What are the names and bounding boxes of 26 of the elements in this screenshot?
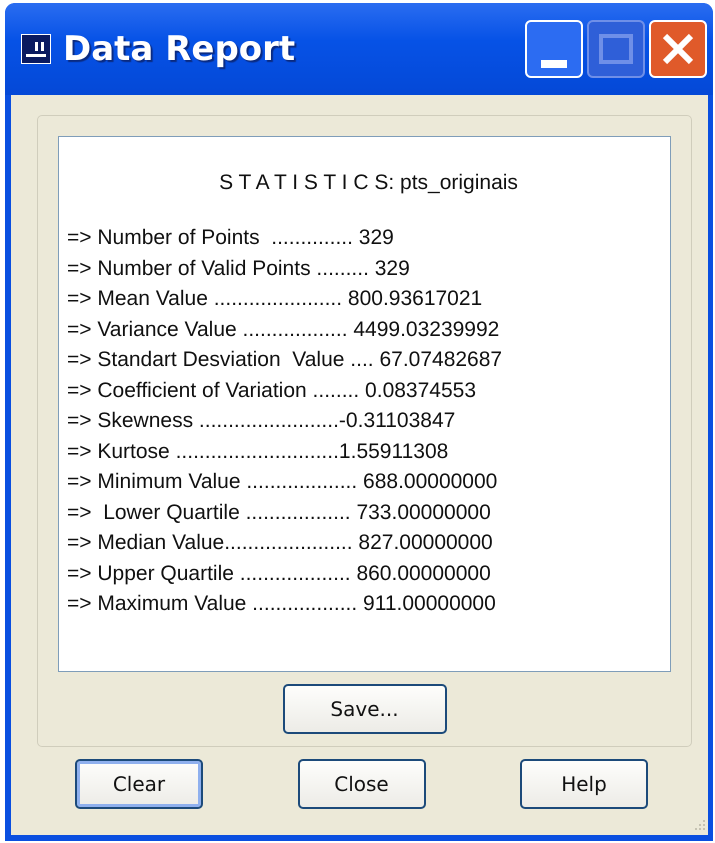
save-button[interactable]: Save... bbox=[282, 684, 446, 734]
close-icon bbox=[661, 32, 695, 66]
statistic-line: => Minimum Value ................... 688.00000000 bbox=[67, 469, 498, 495]
statistic-line: => Maximum Value .................. 911.00000000 bbox=[67, 591, 497, 617]
dialog-button[interactable]: Help bbox=[520, 759, 648, 809]
statistic-line: => Kurtose ............................1.55911308 bbox=[67, 438, 450, 464]
statistic-line: => Mean Value ...................... 800.93617021 bbox=[67, 286, 484, 312]
statistic-line: => Coefficient of Variation ........ 0.08374553 bbox=[67, 378, 477, 404]
close-button[interactable] bbox=[649, 20, 707, 78]
minimize-button[interactable] bbox=[525, 20, 583, 78]
statistic-line: => Lower Quartile .................. 733.00000000 bbox=[67, 500, 492, 526]
statistic-line: => Skewness ........................-0.31103847 bbox=[67, 408, 456, 434]
statistic-line: => Variance Value .................. 4499.03239992 bbox=[67, 316, 500, 342]
maximize-icon bbox=[599, 34, 633, 64]
statistic-line: => Number of Valid Points ......... 329 bbox=[67, 256, 411, 282]
statistic-line: => Upper Quartile ................... 860.00000000 bbox=[67, 560, 492, 586]
minimize-icon bbox=[541, 60, 567, 68]
statistic-line: => Median Value...................... 827.00000000 bbox=[67, 530, 494, 556]
statistic-line: => Number of Points .............. 329 bbox=[67, 225, 395, 251]
window-title: Data Report bbox=[63, 29, 296, 69]
dialog-button[interactable]: Clear bbox=[75, 759, 203, 809]
dialog-button[interactable]: Close bbox=[298, 759, 426, 809]
app-icon bbox=[21, 34, 51, 64]
resize-grip-icon[interactable] bbox=[692, 819, 706, 833]
report-heading: S T A T I S T I C S: pts_originais bbox=[218, 171, 519, 195]
statistic-line: => Standart Desviation Value .... 67.07482687 bbox=[67, 347, 504, 373]
